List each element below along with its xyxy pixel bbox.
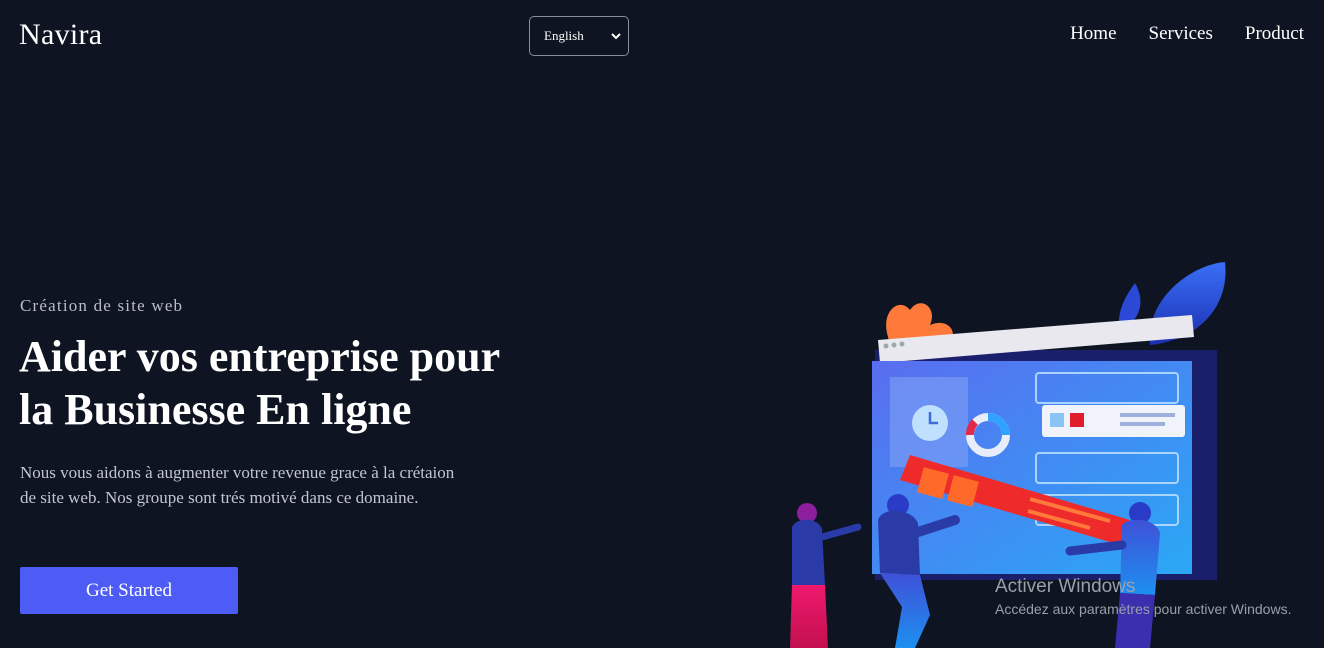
watermark-subtitle: Accédez aux paramètres pour activer Wind… xyxy=(995,601,1292,617)
brand-logo[interactable]: Navira xyxy=(19,18,102,52)
chevron-down-icon xyxy=(611,33,621,40)
language-select-value: English xyxy=(544,28,584,43)
windows-activation-watermark: Activer Windows Accédez aux paramètres p… xyxy=(995,575,1291,619)
hero-eyebrow: Création de site web xyxy=(20,296,184,315)
watermark-title: Activer Windows xyxy=(995,576,1136,597)
language-select[interactable]: English xyxy=(529,16,629,56)
hero-headline: Aider vos entreprise pour la Businesse E… xyxy=(19,330,619,436)
nav-product-link[interactable]: Product xyxy=(1245,23,1304,45)
get-started-button[interactable]: Get Started xyxy=(20,567,238,614)
hero-headline-line1: Aider vos entreprise pour xyxy=(19,332,501,381)
hero-headline-line2: la Businesse En ligne xyxy=(19,385,412,434)
nav-home-link[interactable]: Home xyxy=(1070,23,1116,45)
hero-description: Nous vous aidons à augmenter votre reven… xyxy=(20,463,455,507)
main-nav: Home Services Product xyxy=(1070,23,1304,45)
nav-services-link[interactable]: Services xyxy=(1149,23,1213,45)
